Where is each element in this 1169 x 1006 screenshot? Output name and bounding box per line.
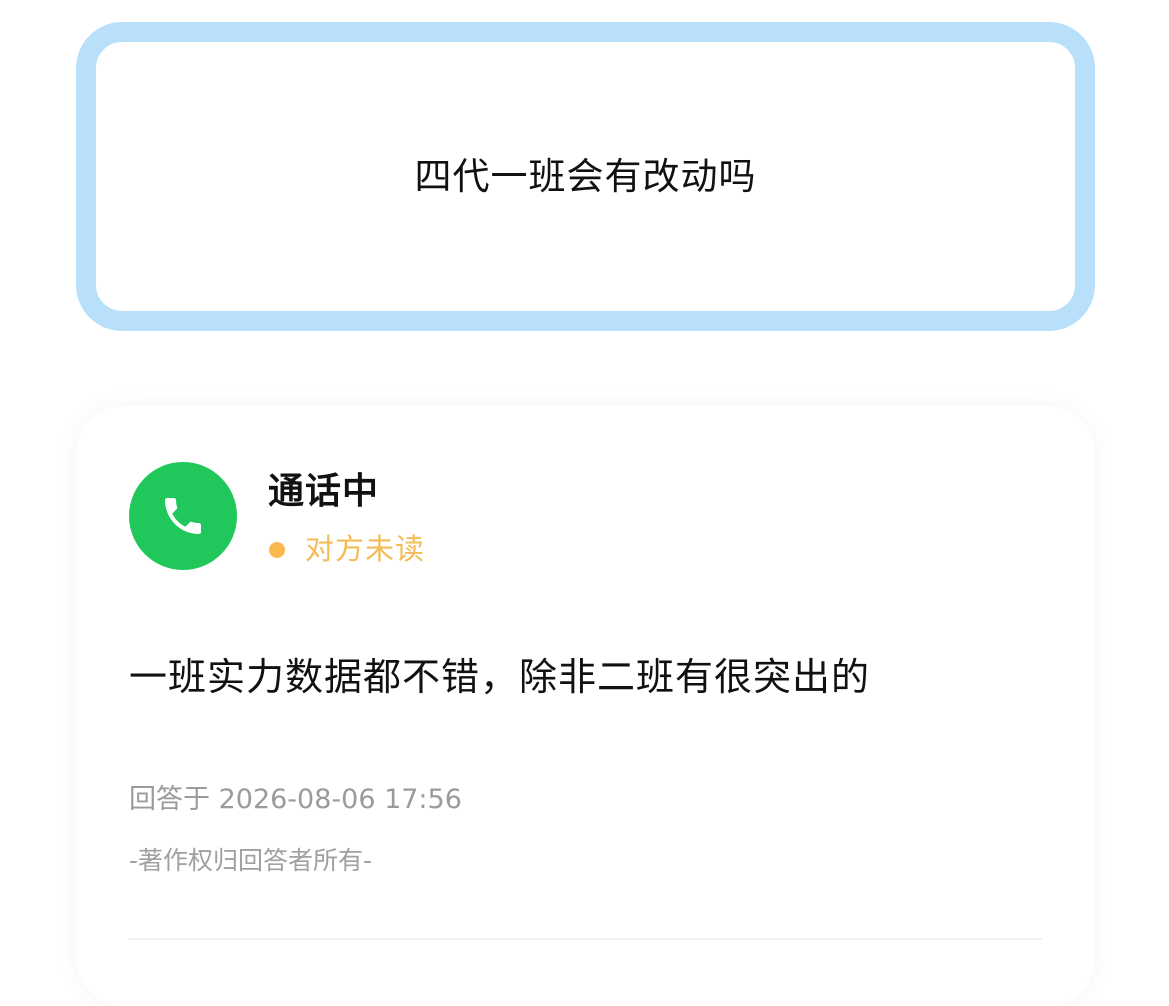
answer-body: 一班实力数据都不错，除非二班有很突出的 xyxy=(129,655,871,699)
responder-name[interactable]: 通话中 xyxy=(268,474,425,510)
phone-icon xyxy=(165,498,201,534)
status-dot-icon xyxy=(269,541,285,558)
avatar[interactable] xyxy=(129,462,237,570)
question-text: 四代一班会有改动吗 xyxy=(414,155,757,198)
question-card: 四代一班会有改动吗 xyxy=(76,22,1095,331)
answer-card: 通话中 对方未读 一班实力数据都不错，除非二班有很突出的 回答于 2026-08… xyxy=(76,406,1095,1006)
read-status: 对方未读 xyxy=(268,535,425,564)
responder-info: 通话中 对方未读 xyxy=(268,462,425,564)
read-status-text: 对方未读 xyxy=(305,532,426,566)
divider xyxy=(129,938,1042,940)
responder-header: 通话中 对方未读 xyxy=(129,462,425,570)
answer-timestamp: 回答于 2026-08-06 17:56 xyxy=(129,784,462,815)
copyright-notice: -著作权归回答者所有- xyxy=(129,846,373,875)
